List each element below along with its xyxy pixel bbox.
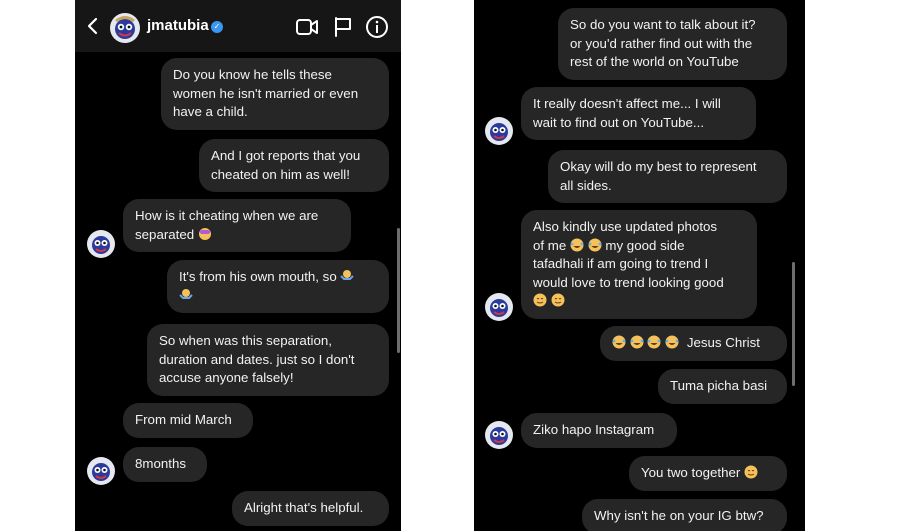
shrug-emoji-icon bbox=[179, 288, 193, 299]
sender-avatar[interactable] bbox=[87, 457, 115, 485]
laughing-crying-emoji-icon bbox=[647, 335, 661, 349]
message-line: Why isn't he on your IG btw? bbox=[594, 508, 764, 523]
message-bubble-sent[interactable]: Why isn't he on your IG btw? bbox=[582, 499, 787, 531]
laughing-crying-emoji-icon bbox=[665, 335, 679, 349]
message-line: cheated on him as well! bbox=[211, 166, 350, 182]
message-bubble-received[interactable]: 8months bbox=[123, 447, 207, 482]
shrug-emoji-icon bbox=[340, 270, 355, 280]
chat-panel-right: So do you want to talk about it? or you'… bbox=[474, 0, 805, 531]
smiling-face-emoji-icon bbox=[533, 293, 547, 307]
message-bubble-received[interactable]: How is it cheating when we are separated bbox=[123, 199, 351, 252]
chat-panel-left: jmatubia ✓ Do you know he tells these wo… bbox=[75, 0, 401, 531]
message-bubble-sent[interactable]: Okay will do my best to represent all si… bbox=[548, 150, 787, 203]
sender-avatar[interactable] bbox=[485, 421, 513, 449]
message-line: would love to trend looking good bbox=[533, 274, 724, 290]
laughing-crying-emoji-icon bbox=[630, 335, 644, 349]
message-line: Jesus Christ bbox=[612, 334, 775, 353]
message-bubble-received[interactable]: It really doesn't affect me... I will wa… bbox=[521, 87, 756, 140]
laughing-crying-emoji-icon bbox=[612, 335, 626, 349]
message-bubble-sent[interactable]: Tuma picha basi bbox=[658, 369, 787, 404]
back-button[interactable] bbox=[81, 12, 105, 40]
message-line: So do you want to talk about it? bbox=[570, 17, 756, 32]
report-flag-icon[interactable] bbox=[331, 15, 355, 39]
message-line: have a child. bbox=[173, 104, 248, 119]
message-line: all sides. bbox=[560, 177, 612, 193]
message-bubble-received[interactable]: From mid March bbox=[123, 403, 253, 438]
message-bubble-sent[interactable]: So do you want to talk about it? or you'… bbox=[558, 8, 787, 80]
message-line: women he isn't married or even bbox=[173, 85, 359, 101]
info-icon[interactable] bbox=[365, 15, 389, 39]
message-line: accuse anyone falsely! bbox=[159, 370, 294, 385]
message-line: And I got reports that you bbox=[211, 148, 361, 163]
message-bubble-sent[interactable]: So when was this separation, duration an… bbox=[147, 324, 389, 396]
message-bubble-sent[interactable]: Alright that's helpful. bbox=[232, 491, 389, 526]
message-bubble-sent[interactable]: And I got reports that you cheated on hi… bbox=[199, 139, 389, 192]
smiling-face-emoji-icon bbox=[744, 465, 758, 479]
chat-username[interactable]: jmatubia bbox=[147, 17, 209, 34]
message-line: tafadhali if am going to trend I bbox=[533, 256, 709, 271]
message-line: Also kindly use updated photos bbox=[533, 219, 718, 234]
message-line: So when was this separation, bbox=[159, 333, 332, 348]
verified-badge-icon: ✓ bbox=[211, 21, 223, 33]
sender-avatar[interactable] bbox=[87, 230, 115, 258]
message-line bbox=[179, 287, 377, 306]
message-line: or you'd rather find out with the bbox=[570, 35, 753, 51]
message-line: duration and dates. just so I don't bbox=[159, 351, 355, 367]
video-call-icon[interactable] bbox=[295, 15, 319, 39]
smiling-face-emoji-icon bbox=[551, 293, 565, 307]
message-line: Ziko hapo Instagram bbox=[533, 422, 655, 437]
message-line bbox=[533, 292, 745, 311]
message-line: You two together bbox=[641, 464, 775, 483]
sender-avatar[interactable] bbox=[485, 117, 513, 145]
message-line: of me my good side bbox=[533, 237, 685, 253]
sender-avatar[interactable] bbox=[485, 293, 513, 321]
message-line: Do you know he tells these bbox=[173, 67, 332, 82]
message-bubble-sent[interactable]: Do you know he tells these women he isn'… bbox=[161, 58, 389, 130]
message-bubble-sent[interactable]: It's from his own mouth, so bbox=[167, 260, 389, 313]
message-bubble-sent[interactable]: Jesus Christ bbox=[600, 326, 787, 361]
laughing-crying-emoji-icon bbox=[588, 238, 602, 251]
chevron-left-icon bbox=[87, 17, 98, 35]
message-line: separated bbox=[135, 226, 339, 245]
facepalm-emoji-icon bbox=[198, 227, 211, 240]
message-bubble-sent[interactable]: You two together bbox=[629, 456, 787, 491]
scrollbar[interactable] bbox=[792, 262, 795, 386]
message-bubble-received[interactable]: Ziko hapo Instagram bbox=[521, 413, 677, 448]
message-line: From mid March bbox=[135, 412, 232, 427]
message-line: Alright that's helpful. bbox=[244, 500, 364, 515]
message-line: 8months bbox=[135, 456, 186, 471]
message-line: It's from his own mouth, so bbox=[179, 268, 377, 287]
message-line: wait to find out on YouTube... bbox=[533, 114, 705, 130]
laughing-crying-emoji-icon bbox=[570, 238, 584, 251]
message-line: Tuma picha basi bbox=[670, 378, 768, 393]
message-line: It really doesn't affect me... I will bbox=[533, 96, 721, 111]
message-line: Okay will do my best to represent bbox=[560, 159, 757, 174]
chat-header: jmatubia ✓ bbox=[75, 0, 401, 52]
scrollbar[interactable] bbox=[397, 228, 400, 353]
avatar[interactable] bbox=[110, 13, 140, 43]
message-bubble-received[interactable]: Also kindly use updated photos of me my … bbox=[521, 210, 757, 319]
message-line: rest of the world on YouTube bbox=[570, 54, 739, 69]
message-line: How is it cheating when we are bbox=[135, 208, 319, 223]
